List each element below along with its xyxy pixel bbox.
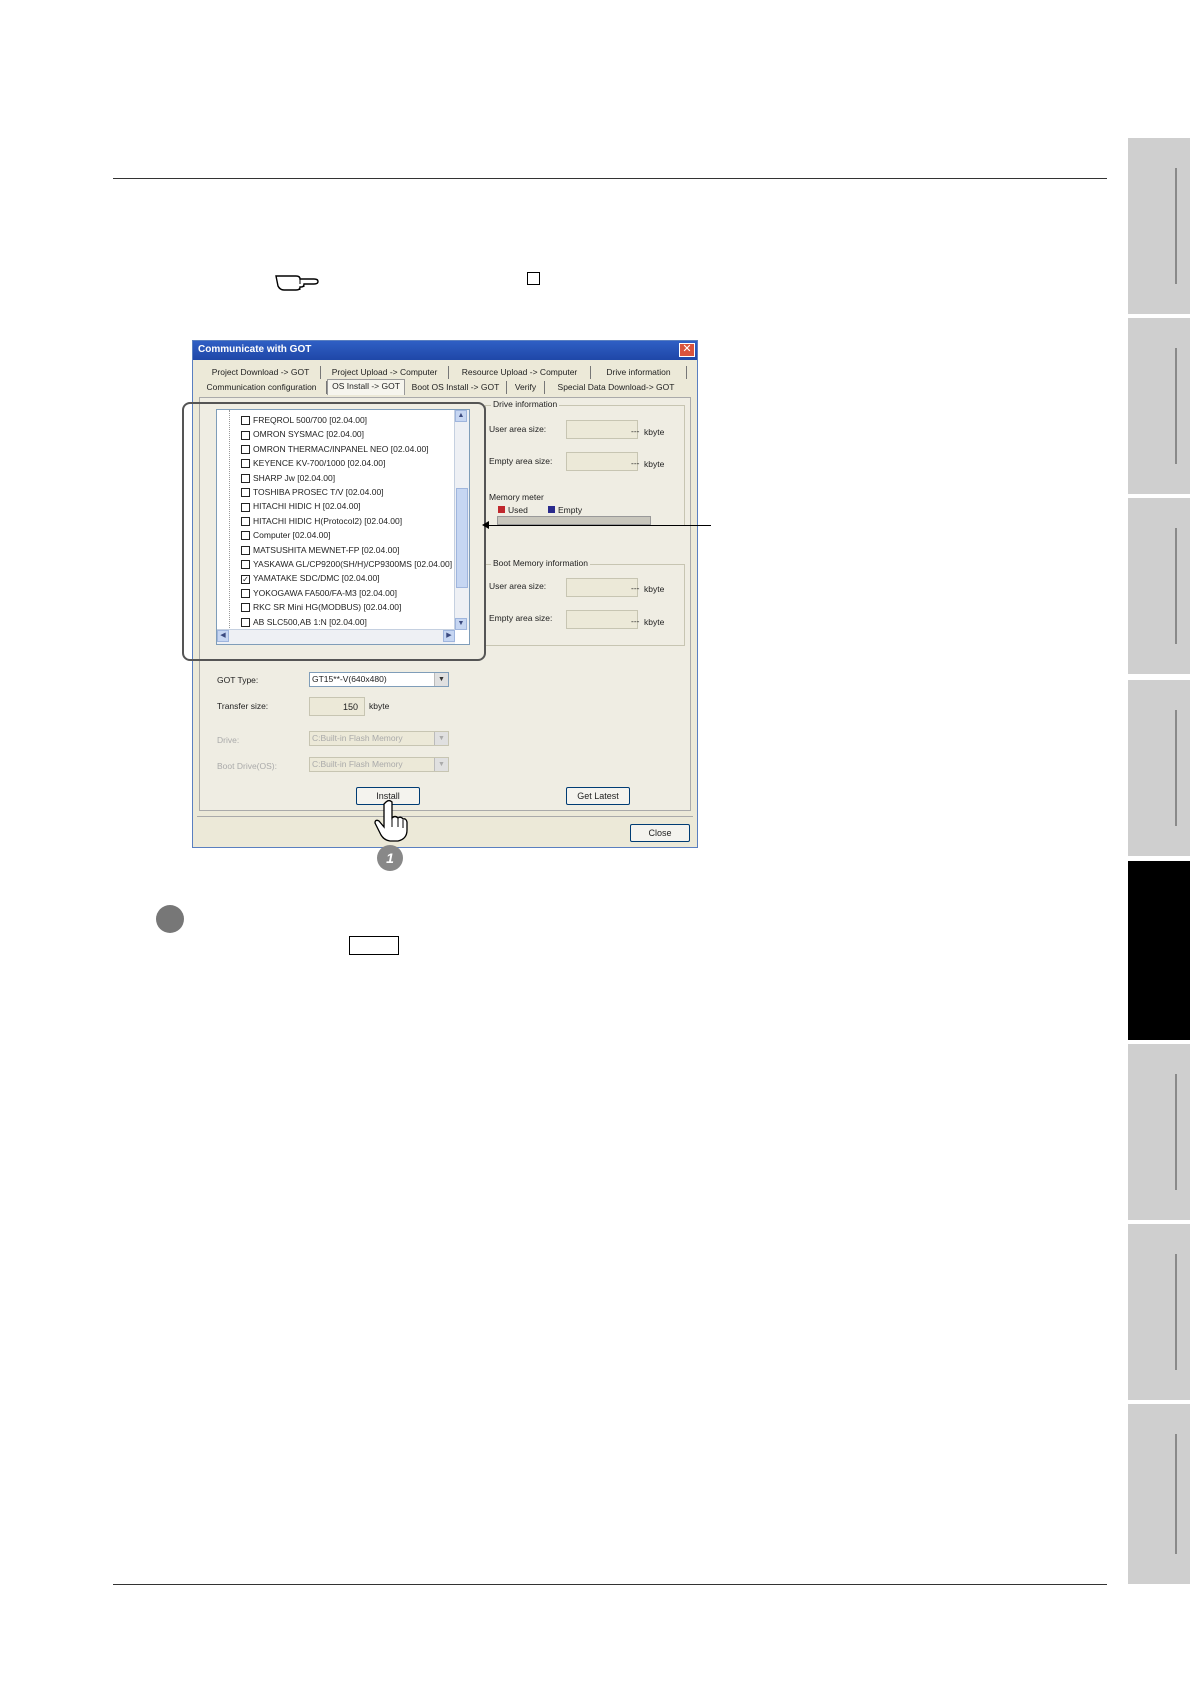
boot-empty-area-label: Empty area size: (489, 613, 553, 623)
boot-user-area-value: --- (631, 583, 640, 593)
side-index-tab-8 (1128, 1404, 1190, 1584)
boot-empty-area-unit: kbyte (644, 617, 665, 627)
drive-user-area-label: User area size: (489, 424, 547, 434)
drive-user-area-field (566, 420, 638, 439)
boot-user-area-field (566, 578, 638, 597)
inline-button-reference (349, 936, 399, 955)
used-legend-label: Used (508, 505, 528, 515)
got-type-select[interactable]: GT15**-V(640x480) ▼ (309, 672, 449, 687)
dialog-separator (197, 816, 693, 817)
reference-square-icon (527, 272, 540, 285)
drive-empty-area-field (566, 452, 638, 471)
memory-meter-label: Memory meter (489, 492, 544, 502)
got-type-label: GOT Type: (217, 675, 259, 685)
tree-highlight-frame (182, 402, 486, 661)
empty-color-swatch (548, 506, 555, 513)
dialog-titlebar: Communicate with GOT ✕ (193, 341, 697, 360)
drive-user-area-value: --- (631, 426, 640, 436)
drive-empty-area-value: --- (631, 458, 640, 468)
tab-os-install[interactable]: OS Install -> GOT (327, 379, 405, 395)
dialog-title: Communicate with GOT (198, 344, 312, 355)
tab-drive-information[interactable]: Drive information (591, 366, 687, 379)
step-bullet (156, 905, 184, 933)
side-index-tab-1 (1128, 138, 1190, 314)
side-index-tab-2 (1128, 318, 1190, 494)
drive-user-area-unit: kbyte (644, 427, 665, 437)
chevron-down-icon[interactable]: ▼ (434, 732, 448, 745)
side-index-tab-7 (1128, 1224, 1190, 1400)
tab-project-upload[interactable]: Project Upload -> Computer (321, 366, 449, 379)
transfer-size-field: 150 (309, 697, 365, 716)
cursor-hand-icon (374, 799, 408, 842)
get-latest-button[interactable]: Get Latest (566, 787, 630, 805)
drive-select[interactable]: C:Built-in Flash Memory ▼ (309, 731, 449, 746)
boot-user-area-unit: kbyte (644, 584, 665, 594)
side-index-tab-5-active (1128, 861, 1190, 1040)
hand-pointer-icon (275, 275, 319, 291)
chevron-down-icon[interactable]: ▼ (434, 758, 448, 771)
boot-user-area-label: User area size: (489, 581, 547, 591)
drive-empty-area-unit: kbyte (644, 459, 665, 469)
callout-pointer-arrowhead (482, 521, 489, 529)
drive-information-group: Drive information User area size: --- kb… (485, 399, 685, 526)
tab-boot-os-install[interactable]: Boot OS Install -> GOT (405, 381, 507, 394)
close-icon[interactable]: ✕ (679, 343, 695, 357)
side-index-tab-6 (1128, 1044, 1190, 1220)
boot-empty-area-field (566, 610, 638, 629)
footer-rule (113, 1584, 1107, 1585)
boot-memory-information-group: Boot Memory information User area size: … (485, 558, 685, 646)
boot-drive-label: Boot Drive(OS): (217, 761, 277, 771)
chevron-down-icon[interactable]: ▼ (434, 673, 448, 686)
drive-label: Drive: (217, 735, 240, 745)
step-number-badge: 1 (377, 845, 403, 871)
drive-information-title: Drive information (491, 399, 560, 409)
tab-special-data-download[interactable]: Special Data Download-> GOT (545, 381, 687, 394)
header-rule (113, 178, 1107, 179)
empty-legend-label: Empty (558, 505, 583, 515)
used-color-swatch (498, 506, 505, 513)
side-index-tab-4 (1128, 680, 1190, 856)
transfer-size-unit: kbyte (369, 701, 390, 711)
memory-meter-bar (497, 516, 651, 525)
transfer-size-label: Transfer size: (217, 701, 269, 711)
boot-memory-title: Boot Memory information (491, 558, 590, 568)
tab-resource-upload[interactable]: Resource Upload -> Computer (449, 366, 591, 379)
drive-empty-area-label: Empty area size: (489, 456, 553, 466)
boot-drive-select[interactable]: C:Built-in Flash Memory ▼ (309, 757, 449, 772)
tab-verify[interactable]: Verify (507, 381, 545, 394)
boot-empty-area-value: --- (631, 616, 640, 626)
close-button[interactable]: Close (630, 824, 690, 842)
callout-pointer-line (486, 525, 711, 526)
tab-project-download[interactable]: Project Download -> GOT (201, 366, 321, 379)
tab-communication-configuration[interactable]: Communication configuration (197, 381, 327, 394)
side-index-tab-3 (1128, 498, 1190, 674)
